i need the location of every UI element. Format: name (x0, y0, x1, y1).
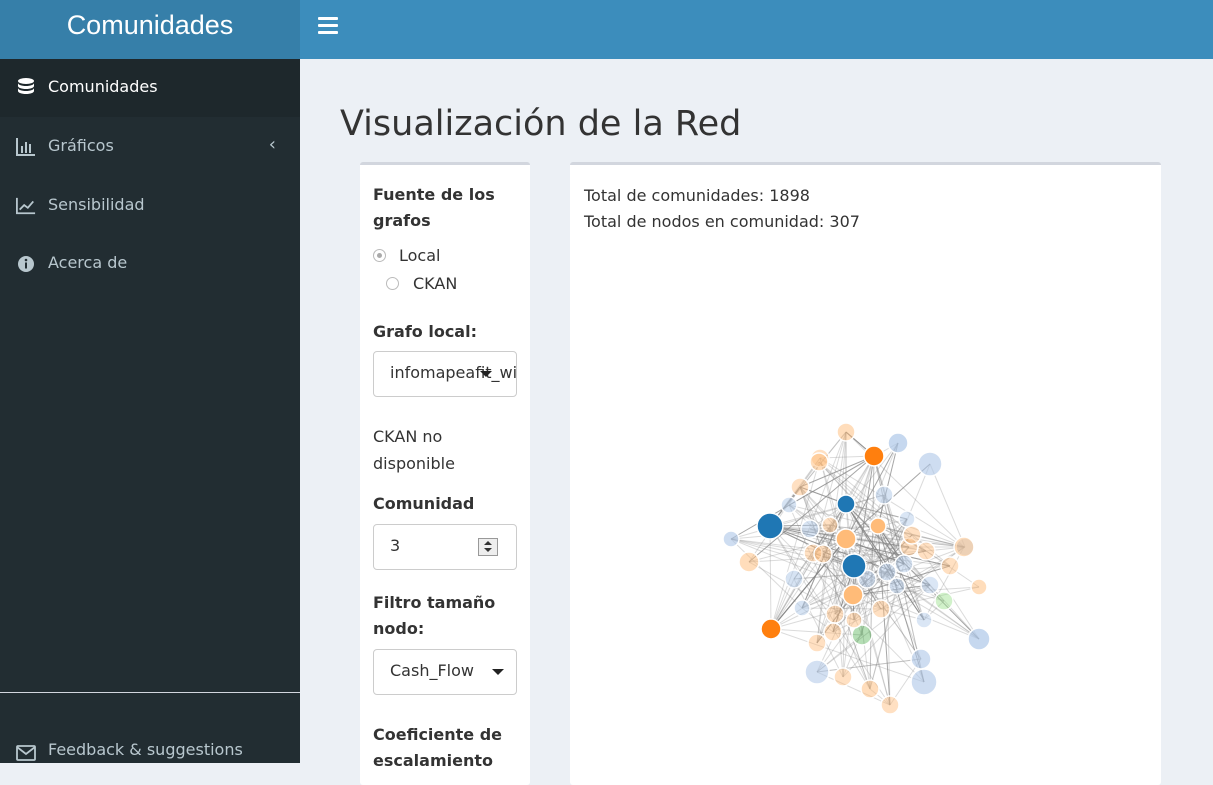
graph-edge (929, 463, 966, 548)
graph-node[interactable] (738, 551, 760, 573)
sidebar-item-label: Comunidades (48, 77, 158, 96)
graph-node[interactable] (722, 530, 740, 548)
size-filter-select[interactable]: Cash_Flow (373, 649, 517, 695)
graph-node[interactable] (833, 667, 853, 687)
graph-node[interactable] (835, 528, 857, 550)
line-chart-icon (16, 197, 36, 215)
sidebar-item-label: Acerca de (48, 253, 128, 272)
app-logo-title[interactable]: Comunidades (0, 0, 300, 59)
sidebar-item-feedback[interactable]: Feedback & suggestions (0, 722, 300, 780)
graph-node[interactable] (910, 648, 932, 670)
source-radio-ckan[interactable] (386, 277, 399, 290)
sidebar-item-label: Gráficos (48, 136, 114, 155)
scaling-coefficient-label: Coeficiente de escalamiento (373, 725, 503, 770)
graph-node[interactable] (813, 544, 833, 564)
database-icon (18, 78, 34, 94)
graph-node[interactable] (863, 445, 885, 467)
sidebar-item-label: Feedback & suggestions (48, 740, 243, 759)
info-icon (18, 256, 34, 272)
bar-chart-icon (16, 138, 35, 156)
sidebar-divider (0, 692, 300, 693)
sidebar-item-graficos[interactable]: Gráficos ‹ (0, 118, 300, 176)
graph-node[interactable] (920, 575, 940, 595)
graph-node[interactable] (902, 525, 922, 545)
sidebar-item-acerca-de[interactable]: Acerca de (0, 235, 300, 293)
graph-node[interactable] (871, 599, 891, 619)
graph-node[interactable] (915, 611, 933, 629)
sidebar-toggle-icon[interactable] (318, 17, 338, 35)
envelope-icon (16, 745, 36, 761)
top-navbar (300, 0, 1213, 59)
graph-node[interactable] (940, 556, 960, 576)
sidebar-item-comunidades[interactable]: Comunidades (0, 59, 300, 117)
graph-node[interactable] (916, 541, 936, 561)
graph-node[interactable] (898, 510, 916, 528)
sidebar-item-sensibilidad[interactable]: Sensibilidad (0, 177, 300, 235)
graph-node[interactable] (825, 604, 845, 624)
graph-node[interactable] (860, 679, 880, 699)
size-filter-value: Cash_Flow (390, 661, 474, 680)
community-value: 3 (390, 536, 401, 555)
sidebar: Comunidades Gráficos ‹ Sensibilidad Acer… (0, 59, 300, 763)
graph-node[interactable] (800, 519, 820, 539)
graph-node[interactable] (756, 512, 784, 540)
controls-panel: Fuente de los grafos Local CKAN Grafo lo… (360, 162, 530, 785)
size-filter-label: Filtro tamaño nodo: (373, 593, 496, 638)
graph-node[interactable] (790, 477, 810, 497)
source-option-local[interactable]: Local (399, 242, 440, 269)
graph-panel: Total de comunidades: 1898 Total de nodo… (570, 162, 1161, 785)
graph-node[interactable] (821, 516, 839, 534)
page-title: Visualización de la Red (340, 104, 742, 144)
source-radio-local[interactable] (373, 249, 386, 262)
network-graph[interactable] (570, 165, 1161, 765)
graph-node[interactable] (934, 591, 954, 611)
graph-node[interactable] (967, 627, 991, 651)
graph-node[interactable] (784, 569, 804, 589)
graph-node[interactable] (953, 536, 975, 558)
community-label: Comunidad (373, 494, 475, 513)
graph-node[interactable] (880, 695, 900, 715)
graph-node[interactable] (823, 622, 843, 642)
graph-node[interactable] (842, 584, 864, 606)
graph-node[interactable] (760, 618, 782, 640)
ckan-status-text: CKAN no disponible (373, 427, 455, 473)
graph-node[interactable] (845, 611, 863, 629)
graph-node[interactable] (970, 578, 988, 596)
graph-node[interactable] (804, 659, 830, 685)
source-option-ckan[interactable]: CKAN (413, 270, 457, 297)
graph-node[interactable] (809, 452, 829, 472)
graph-node[interactable] (894, 554, 914, 574)
graph-node[interactable] (793, 599, 811, 617)
graph-node[interactable] (780, 496, 798, 514)
number-spinner-icon[interactable] (478, 538, 498, 556)
graph-edge (816, 658, 922, 673)
local-graph-label: Grafo local: (373, 322, 477, 341)
graph-node[interactable] (874, 485, 894, 505)
chevron-left-icon: ‹ (268, 134, 276, 155)
graph-node[interactable] (841, 553, 867, 579)
dropdown-caret-icon (492, 669, 504, 675)
graph-node[interactable] (910, 668, 938, 696)
community-number-input[interactable]: 3 (373, 524, 517, 570)
graph-node[interactable] (869, 517, 887, 535)
graph-node[interactable] (917, 451, 943, 477)
graph-node[interactable] (807, 633, 827, 653)
graph-node[interactable] (836, 494, 856, 514)
local-graph-value: infomapeafit_wi (390, 363, 517, 382)
graph-node[interactable] (888, 577, 906, 595)
local-graph-select[interactable]: infomapeafit_wi (373, 351, 517, 397)
dropdown-caret-icon (480, 371, 492, 377)
graph-node[interactable] (836, 422, 856, 442)
graph-node[interactable] (887, 432, 909, 454)
sidebar-item-label: Sensibilidad (48, 195, 145, 214)
source-label: Fuente de los grafos (373, 185, 495, 230)
